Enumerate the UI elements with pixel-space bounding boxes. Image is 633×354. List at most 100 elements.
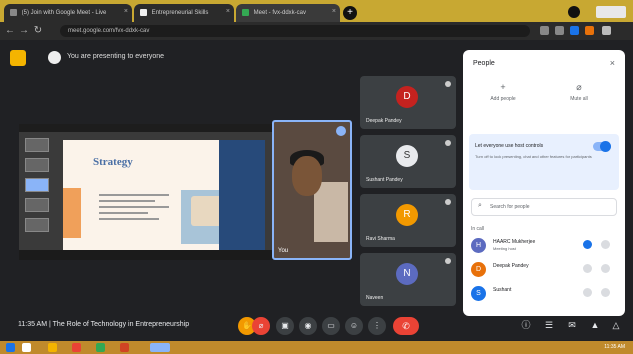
- browser-tab-3[interactable]: Meet - fvx-ddxk-cav ×: [236, 4, 340, 22]
- mute-all-button[interactable]: ⌀ Mute all: [549, 82, 609, 102]
- reactions-button[interactable]: ☺: [345, 317, 363, 335]
- slide-thumbnail: [25, 178, 49, 192]
- browser-tab-1[interactable]: (5) Join with Google Meet - Live ×: [4, 4, 132, 22]
- extension-icon[interactable]: [555, 26, 564, 35]
- slide-bullets: [99, 194, 169, 224]
- self-camera-tile[interactable]: You: [272, 120, 352, 260]
- tab-close-icon[interactable]: ×: [226, 8, 230, 15]
- participant-tile[interactable]: S Sushant Pandey: [360, 135, 456, 188]
- mic-status-icon: [445, 81, 451, 87]
- host-controls-card: Let everyone use host controls Turn off …: [469, 134, 619, 190]
- people-panel: People × + Add people ⌀ Mute all Let eve…: [463, 50, 625, 316]
- slide-thumbnail: [25, 218, 49, 232]
- participant-row[interactable]: D Deepak Pandey: [471, 260, 621, 280]
- extension-icon[interactable]: [585, 26, 594, 35]
- more-options-icon[interactable]: [601, 240, 610, 249]
- search-placeholder: Search for people: [490, 204, 530, 210]
- info-icon[interactable]: ⓘ: [520, 319, 532, 331]
- more-options-icon[interactable]: [601, 288, 610, 297]
- slide-accent-bar: [63, 188, 81, 238]
- new-tab-button[interactable]: +: [343, 6, 357, 20]
- chat-icon[interactable]: ✉: [566, 319, 578, 331]
- avatar: H: [471, 238, 486, 253]
- tab-favicon-icon: [10, 9, 17, 16]
- extension-icon[interactable]: [540, 26, 549, 35]
- host-controls-toggle[interactable]: [593, 141, 611, 152]
- pin-icon[interactable]: [336, 126, 346, 136]
- reload-icon[interactable]: ↻: [32, 25, 44, 37]
- meet-logo-icon: [10, 50, 26, 66]
- people-icon[interactable]: ☰: [543, 319, 555, 331]
- chrome-icon[interactable]: [72, 343, 81, 352]
- add-people-button[interactable]: + Add people: [473, 82, 533, 102]
- forward-icon[interactable]: →: [18, 25, 30, 37]
- search-input[interactable]: ⌕ Search for people: [471, 198, 617, 216]
- mic-status-icon: [445, 140, 451, 146]
- tab-title: Meet - fvx-ddxk-cav: [253, 10, 307, 17]
- start-icon[interactable]: [6, 343, 15, 352]
- avatar: R: [396, 204, 418, 226]
- host-controls-description: Turn off to lock presenting, chat and ot…: [475, 154, 592, 159]
- tab-close-icon[interactable]: ×: [124, 8, 128, 15]
- more-options-icon[interactable]: [601, 264, 610, 273]
- host-controls-title: Let everyone use host controls: [475, 143, 544, 149]
- window-controls[interactable]: [596, 6, 626, 18]
- meeting-info: 11:35 AM | The Role of Technology in Ent…: [18, 321, 190, 328]
- powerpoint-icon[interactable]: [120, 343, 129, 352]
- slide-thumbnail: [25, 138, 49, 152]
- person-add-icon: +: [500, 82, 506, 92]
- avatar: D: [396, 86, 418, 108]
- file-explorer-icon[interactable]: [48, 343, 57, 352]
- present-button[interactable]: ▭: [322, 317, 340, 335]
- end-call-button[interactable]: ✆: [393, 317, 419, 335]
- meeting-time: 11:35 AM: [18, 321, 48, 328]
- participant-name: Deepak Pandey: [493, 263, 529, 269]
- mic-off-button[interactable]: ⌀: [252, 317, 270, 335]
- activities-icon[interactable]: ▲: [589, 319, 601, 331]
- phone-hangup-icon: ✆: [402, 321, 410, 331]
- tab-close-icon[interactable]: ×: [332, 8, 336, 15]
- system-clock: 11:35 AM: [604, 344, 625, 350]
- mic-icon[interactable]: [583, 264, 592, 273]
- participant-row[interactable]: H HAARC Mukherjee Meeting host: [471, 236, 621, 256]
- slide-thumbnail: [25, 158, 49, 172]
- app-icon[interactable]: [150, 343, 170, 352]
- lock-icon[interactable]: △: [610, 319, 622, 331]
- tile-name: Sushant Pandey: [366, 177, 403, 183]
- participant-tile[interactable]: R Ravi Sharma: [360, 194, 456, 247]
- camera-button[interactable]: ▣: [276, 317, 294, 335]
- browser-tab-bar: (5) Join with Google Meet - Live × Entre…: [0, 0, 633, 22]
- slide-thumbnail: [25, 198, 49, 212]
- tab-favicon-icon: [140, 9, 147, 16]
- meeting-name: The Role of Technology in Entrepreneursh…: [52, 321, 190, 328]
- url-input[interactable]: meet.google.com/fvx-ddxk-cav: [60, 25, 530, 37]
- back-icon[interactable]: ←: [4, 25, 16, 37]
- slide-side-panel: [219, 140, 265, 250]
- meet-area: You are presenting to everyone Strategy: [0, 40, 633, 341]
- browser-tab-2[interactable]: Entrepreneurial Skills ×: [134, 4, 234, 22]
- browser-menu-icon[interactable]: [602, 26, 611, 35]
- profile-avatar-icon[interactable]: [568, 6, 580, 18]
- captions-button[interactable]: ◉: [299, 317, 317, 335]
- close-icon[interactable]: ×: [610, 58, 615, 68]
- background-board: [314, 182, 348, 242]
- participant-tile[interactable]: N Naveen: [360, 253, 456, 306]
- extension-icon[interactable]: [570, 26, 579, 35]
- avatar: D: [471, 262, 486, 277]
- mic-icon[interactable]: [583, 240, 592, 249]
- app-icon[interactable]: [96, 343, 105, 352]
- mic-status-icon: [445, 199, 451, 205]
- avatar: S: [396, 145, 418, 167]
- more-options-button[interactable]: ⋮: [368, 317, 386, 335]
- mic-off-icon: ⌀: [576, 82, 582, 92]
- mic-icon[interactable]: [583, 288, 592, 297]
- participant-row[interactable]: S Sushant: [471, 284, 621, 304]
- search-icon[interactable]: [22, 343, 31, 352]
- participant-name: HAARC Mukherjee: [493, 239, 536, 245]
- avatar: N: [396, 263, 418, 285]
- panel-title: People: [473, 60, 495, 67]
- search-icon: ⌕: [478, 202, 482, 209]
- participant-name: Sushant: [493, 287, 512, 293]
- participant-tile[interactable]: D Deepak Pandey: [360, 76, 456, 129]
- mic-status-icon: [445, 258, 451, 264]
